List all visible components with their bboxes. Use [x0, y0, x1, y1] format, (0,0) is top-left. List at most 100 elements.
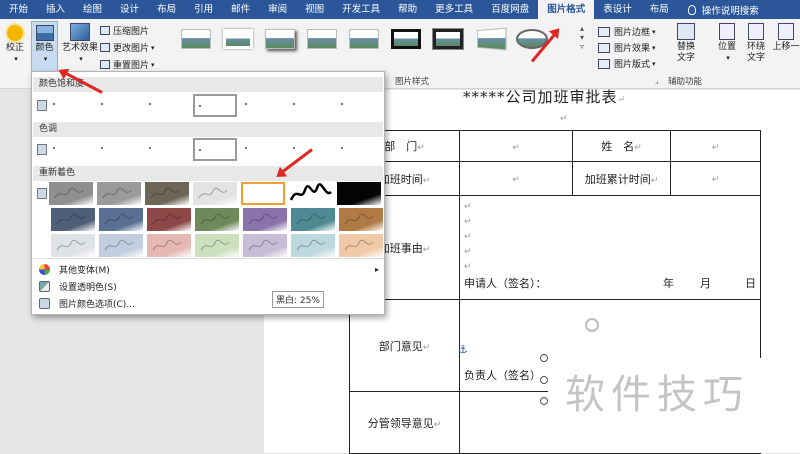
tab-11[interactable]: 更多工具 — [426, 0, 482, 19]
bring-forward-button[interactable]: 上移一 — [772, 23, 800, 53]
resize-handle[interactable] — [540, 397, 548, 405]
recolor-option[interactable] — [337, 182, 381, 205]
recolor-option[interactable] — [51, 208, 95, 231]
picture-style-5[interactable] — [346, 25, 382, 53]
tone-option[interactable] — [97, 138, 141, 161]
set-transparent-item[interactable]: 设置透明色(S) — [39, 280, 117, 293]
color-options-icon — [39, 298, 50, 309]
picture-style-6[interactable] — [388, 25, 424, 53]
recolor-option-hovered[interactable] — [241, 182, 285, 205]
recolor-option[interactable] — [49, 182, 93, 205]
recolor-option[interactable] — [97, 182, 141, 205]
resize-handle[interactable] — [540, 354, 548, 362]
reset-picture-button[interactable]: 重置图片 ▾ — [100, 58, 155, 71]
resize-handle[interactable] — [540, 376, 548, 384]
tab-13[interactable]: 图片格式 — [538, 0, 595, 19]
recolor-option[interactable] — [147, 234, 191, 257]
more-variants-item[interactable]: 其他变体(M) ▸ — [39, 263, 379, 276]
tab-2[interactable]: 绘图 — [74, 0, 111, 19]
change-picture-button[interactable]: 更改图片 ▾ — [100, 41, 155, 54]
recolor-option[interactable] — [195, 208, 239, 231]
tone-option[interactable] — [241, 138, 285, 161]
picture-style-3[interactable] — [262, 25, 298, 53]
tab-1[interactable]: 插入 — [37, 0, 74, 19]
picture-style-7[interactable] — [430, 25, 466, 53]
picture-style-8[interactable] — [472, 25, 508, 53]
correct-button[interactable]: 校正 ▾ — [2, 25, 28, 65]
recolor-option[interactable] — [99, 208, 143, 231]
recolor-option[interactable] — [145, 182, 189, 205]
color-button[interactable]: 颜色 ▾ — [31, 21, 58, 73]
recolor-option[interactable] — [339, 208, 383, 231]
recolor-header: 重新着色 — [33, 166, 383, 181]
saturation-option[interactable] — [49, 94, 93, 117]
picture-styles-gallery — [178, 25, 556, 53]
recolor-option[interactable] — [291, 208, 335, 231]
tab-6[interactable]: 邮件 — [222, 0, 259, 19]
tab-14[interactable]: 表设计 — [594, 0, 641, 19]
tab-10[interactable]: 帮助 — [389, 0, 426, 19]
alt-text-button[interactable]: 替换文字 — [671, 23, 701, 64]
recolor-option[interactable] — [195, 234, 239, 257]
picture-icon — [37, 144, 47, 155]
saturation-option[interactable] — [145, 94, 189, 117]
color-options-item[interactable]: 图片颜色选项(C)... — [39, 297, 135, 310]
tab-7[interactable]: 审阅 — [259, 0, 296, 19]
tell-me-search[interactable]: 操作说明搜索 — [687, 3, 759, 17]
position-button[interactable]: 位置 ▾ — [714, 23, 740, 64]
recolor-option[interactable] — [243, 208, 287, 231]
picture-layout-button[interactable]: 图片版式 ▾ — [598, 57, 656, 70]
submenu-arrow-icon: ▸ — [374, 265, 379, 274]
compress-button[interactable]: 压缩图片 — [100, 24, 149, 37]
art-effects-icon — [70, 23, 90, 41]
recolor-option[interactable] — [243, 234, 287, 257]
style-thumbnail — [477, 27, 507, 51]
recolor-option[interactable] — [99, 234, 143, 257]
picture-border-button[interactable]: 图片边框 ▾ — [598, 25, 656, 38]
signature-thumbnail — [248, 213, 278, 225]
signature-thumbnail — [344, 213, 374, 225]
style-thumbnail — [265, 29, 295, 49]
tone-option[interactable] — [337, 138, 381, 161]
saturation-option[interactable] — [289, 94, 333, 117]
picture-style-4[interactable] — [304, 25, 340, 53]
recolor-option[interactable] — [339, 234, 383, 257]
signature-thumbnail — [198, 187, 228, 199]
tab-3[interactable]: 设计 — [111, 0, 148, 19]
layout-icon — [598, 58, 610, 69]
art-effects-button[interactable]: 艺术效果 ▾ — [61, 23, 99, 65]
dialog-launcher-icon[interactable]: ⌟ — [655, 76, 659, 85]
rotate-handle-icon[interactable] — [585, 318, 599, 332]
saturation-option[interactable] — [337, 94, 381, 117]
tone-option-selected[interactable] — [193, 138, 237, 161]
picture-icon — [35, 25, 54, 41]
recolor-option[interactable] — [291, 234, 335, 257]
picture-style-2[interactable] — [220, 25, 256, 53]
picture-style-1[interactable] — [178, 25, 214, 53]
saturation-option[interactable] — [97, 94, 141, 117]
tab-4[interactable]: 布局 — [148, 0, 185, 19]
saturation-option-selected[interactable] — [193, 94, 237, 117]
ribbon-tab-bar: 开始 插入 绘图 设计 布局 引用 邮件 审阅 视图 开发工具 帮助 更多工具 百度网盘 图片格式 表设计布… — [0, 0, 800, 19]
tab-8[interactable]: 视图 — [296, 0, 333, 19]
signature-thumbnail — [56, 213, 86, 225]
gallery-scroll[interactable]: ▴ ▾ ▿ — [580, 24, 584, 51]
accessibility-group-label: 辅助功能 — [668, 77, 703, 87]
tab-12[interactable]: 百度网盘 — [482, 0, 538, 19]
tab-5[interactable]: 引用 — [185, 0, 222, 19]
recolor-option[interactable] — [289, 182, 333, 205]
tone-option[interactable] — [49, 138, 93, 161]
tab-0[interactable]: 开始 — [0, 0, 37, 19]
tab-9[interactable]: 开发工具 — [333, 0, 389, 19]
recolor-option[interactable] — [51, 234, 95, 257]
saturation-option[interactable] — [241, 94, 285, 117]
saturation-row — [37, 94, 385, 117]
signature-thumbnail — [152, 213, 182, 225]
sun-icon — [7, 25, 23, 41]
tone-option[interactable] — [145, 138, 189, 161]
recolor-option[interactable] — [147, 208, 191, 231]
wrap-text-button[interactable]: 环绕文字 — [741, 23, 771, 64]
tab-15[interactable]: 布局 — [641, 0, 678, 19]
picture-effects-button[interactable]: 图片效果 ▾ — [598, 41, 656, 54]
recolor-option[interactable] — [193, 182, 237, 205]
